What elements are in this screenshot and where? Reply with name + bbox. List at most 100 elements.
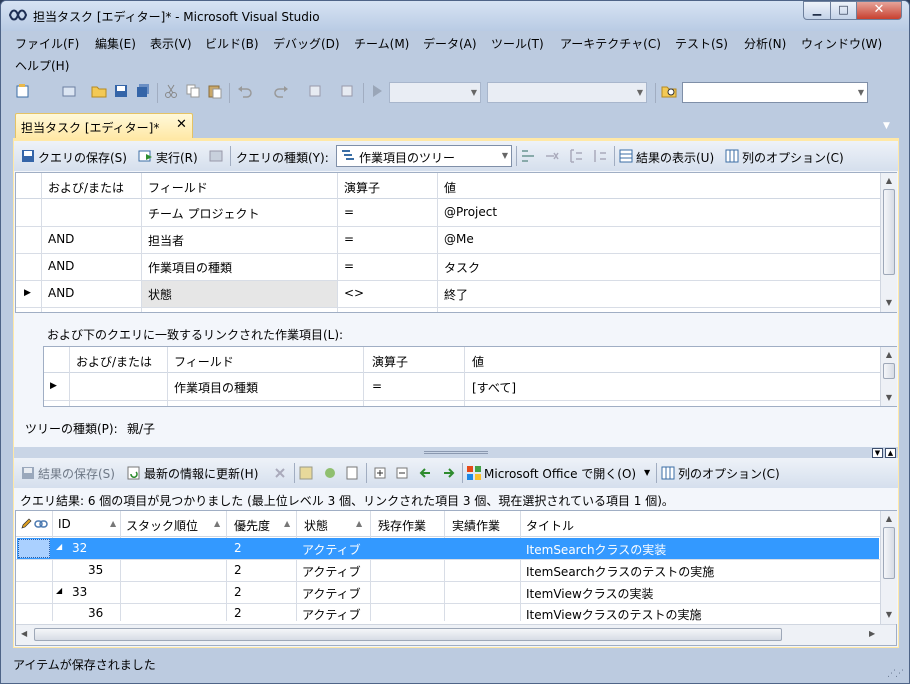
- clause-field[interactable]: チーム プロジェクト: [148, 205, 259, 222]
- work-item-id[interactable]: 36: [88, 606, 103, 620]
- work-item-state[interactable]: アクティブ: [302, 585, 361, 602]
- clause-row[interactable]: チーム プロジェクト = @Project: [16, 200, 880, 226]
- group-clauses-icon[interactable]: [568, 148, 584, 164]
- work-item-title[interactable]: ItemViewクラスのテストの実施: [526, 606, 702, 623]
- clause-row[interactable]: AND 作業項目の種類 = タスク: [16, 254, 880, 280]
- column-header-state[interactable]: 状態: [304, 517, 328, 534]
- clause-operator[interactable]: =: [344, 259, 354, 273]
- work-item-id[interactable]: 32: [72, 541, 87, 555]
- work-item-priority[interactable]: 2: [234, 563, 242, 577]
- clause-value[interactable]: [すべて]: [472, 379, 516, 396]
- scroll-thumb[interactable]: [34, 628, 782, 641]
- scroll-right-icon[interactable]: ▶: [869, 629, 875, 638]
- scroll-thumb[interactable]: [883, 363, 895, 379]
- delete-icon[interactable]: [272, 465, 288, 481]
- tab-my-tasks-editor[interactable]: 担当タスク [エディター]* ✕: [15, 113, 193, 139]
- column-header-field[interactable]: フィールド: [148, 179, 208, 196]
- scroll-left-icon[interactable]: ◀: [21, 629, 27, 638]
- clause-grid-scrollbar[interactable]: ▲ ▼: [880, 173, 897, 312]
- clause-field[interactable]: 担当者: [148, 232, 184, 249]
- work-item-state[interactable]: アクティブ: [302, 541, 361, 558]
- menu-debug[interactable]: デバッグ(D): [273, 35, 340, 52]
- save-results-button[interactable]: 結果の保存(S): [38, 465, 115, 482]
- find-combo[interactable]: ▼: [682, 82, 868, 103]
- redo-icon[interactable]: [273, 83, 289, 99]
- clause-operator[interactable]: =: [372, 379, 382, 393]
- splitter-grip[interactable]: [424, 451, 488, 454]
- collapse-icon[interactable]: ◢: [56, 542, 62, 551]
- save-query-button[interactable]: クエリの保存(S): [38, 149, 127, 166]
- work-item-priority[interactable]: 2: [234, 541, 242, 555]
- work-item-id[interactable]: 33: [72, 585, 87, 599]
- run-query-button[interactable]: 実行(R): [156, 149, 198, 166]
- clause-andor[interactable]: AND: [48, 286, 74, 300]
- solution-platform-combo[interactable]: ▼: [487, 82, 647, 103]
- link-work-item-icon[interactable]: [298, 465, 314, 481]
- navigate-forward-icon[interactable]: [339, 83, 355, 99]
- maximize-query-icon[interactable]: ▲: [885, 448, 896, 458]
- linked-grid-scrollbar[interactable]: ▲ ▼: [880, 347, 897, 406]
- new-linked-item-icon[interactable]: [322, 465, 338, 481]
- menu-edit[interactable]: 編集(E): [95, 35, 136, 52]
- find-in-files-icon[interactable]: [661, 83, 677, 99]
- menu-file[interactable]: ファイル(F): [15, 35, 79, 52]
- outdent-icon[interactable]: [418, 465, 434, 481]
- menu-tools[interactable]: ツール(T): [491, 35, 544, 52]
- scroll-up-icon[interactable]: ▲: [881, 514, 897, 523]
- clause-row[interactable]: AND 担当者 = @Me: [16, 227, 880, 253]
- new-item-icon[interactable]: [344, 465, 360, 481]
- clause-operator[interactable]: <>: [344, 286, 364, 300]
- expand-all-icon[interactable]: [372, 465, 388, 481]
- copy-icon[interactable]: [185, 83, 201, 99]
- clause-andor[interactable]: AND: [48, 232, 74, 246]
- menu-build[interactable]: ビルド(B): [205, 35, 259, 52]
- work-item-priority[interactable]: 2: [234, 606, 242, 620]
- paste-icon[interactable]: [207, 83, 223, 99]
- column-header-priority[interactable]: 優先度: [234, 517, 270, 534]
- menu-test[interactable]: テスト(S): [675, 35, 728, 52]
- resize-grip-icon[interactable]: ⋰⋰: [887, 669, 904, 679]
- query-type-combo[interactable]: 作業項目のツリー ▼: [336, 145, 512, 167]
- menu-data[interactable]: データ(A): [423, 35, 477, 52]
- column-header-andor[interactable]: および/または: [48, 179, 124, 196]
- column-header-andor[interactable]: および/または: [76, 353, 152, 370]
- work-item-priority[interactable]: 2: [234, 585, 242, 599]
- delete-clause-icon[interactable]: [544, 148, 560, 164]
- query-grid-icon[interactable]: [208, 148, 224, 164]
- work-item-state[interactable]: アクティブ: [302, 563, 361, 580]
- results-vertical-scrollbar[interactable]: ▲ ▼: [880, 511, 897, 624]
- work-item-id[interactable]: 35: [88, 563, 103, 577]
- column-header-title[interactable]: タイトル: [526, 517, 574, 534]
- scroll-thumb[interactable]: [883, 189, 895, 275]
- maximize-button[interactable]: □: [830, 1, 857, 20]
- open-file-icon[interactable]: [91, 83, 107, 99]
- work-item-state[interactable]: アクティブ: [302, 606, 361, 623]
- ungroup-clauses-icon[interactable]: [592, 148, 608, 164]
- chevron-down-icon[interactable]: ▼: [644, 468, 650, 477]
- results-row[interactable]: 35 2 アクティブ ItemSearchクラスのテストの実施: [16, 560, 880, 581]
- results-column-options-button[interactable]: 列のオプション(C): [678, 465, 780, 482]
- clause-operator[interactable]: =: [344, 232, 354, 246]
- clause-value[interactable]: タスク: [444, 259, 480, 276]
- menu-help[interactable]: ヘルプ(H): [15, 57, 69, 74]
- title-bar[interactable]: 担当タスク [エディター]* - Microsoft Visual Studio…: [1, 1, 909, 31]
- clause-field[interactable]: 作業項目の種類: [148, 259, 232, 276]
- linked-clause-row[interactable]: ▶ 作業項目の種類 = [すべて]: [44, 374, 880, 400]
- minimize-button[interactable]: ▁: [803, 1, 831, 20]
- menu-team[interactable]: チーム(M): [354, 35, 409, 52]
- collapse-icon[interactable]: ◢: [56, 586, 62, 595]
- column-header-field[interactable]: フィールド: [174, 353, 234, 370]
- column-header-completed-work[interactable]: 実績作業: [452, 517, 500, 534]
- save-all-icon[interactable]: [135, 83, 151, 99]
- open-in-office-button[interactable]: Microsoft Office で開く(O): [484, 465, 636, 482]
- work-item-title[interactable]: ItemViewクラスの実装: [526, 585, 654, 602]
- refresh-button[interactable]: 最新の情報に更新(H): [144, 465, 258, 482]
- collapse-all-icon[interactable]: [394, 465, 410, 481]
- show-results-button[interactable]: 結果の表示(U): [636, 149, 714, 166]
- clause-value[interactable]: 終了: [444, 286, 468, 303]
- scroll-up-icon[interactable]: ▲: [881, 176, 897, 185]
- close-tab-icon[interactable]: ✕: [176, 117, 187, 132]
- maximize-results-icon[interactable]: ▼: [872, 448, 883, 458]
- clause-value[interactable]: @Project: [444, 205, 497, 219]
- indent-icon[interactable]: [440, 465, 456, 481]
